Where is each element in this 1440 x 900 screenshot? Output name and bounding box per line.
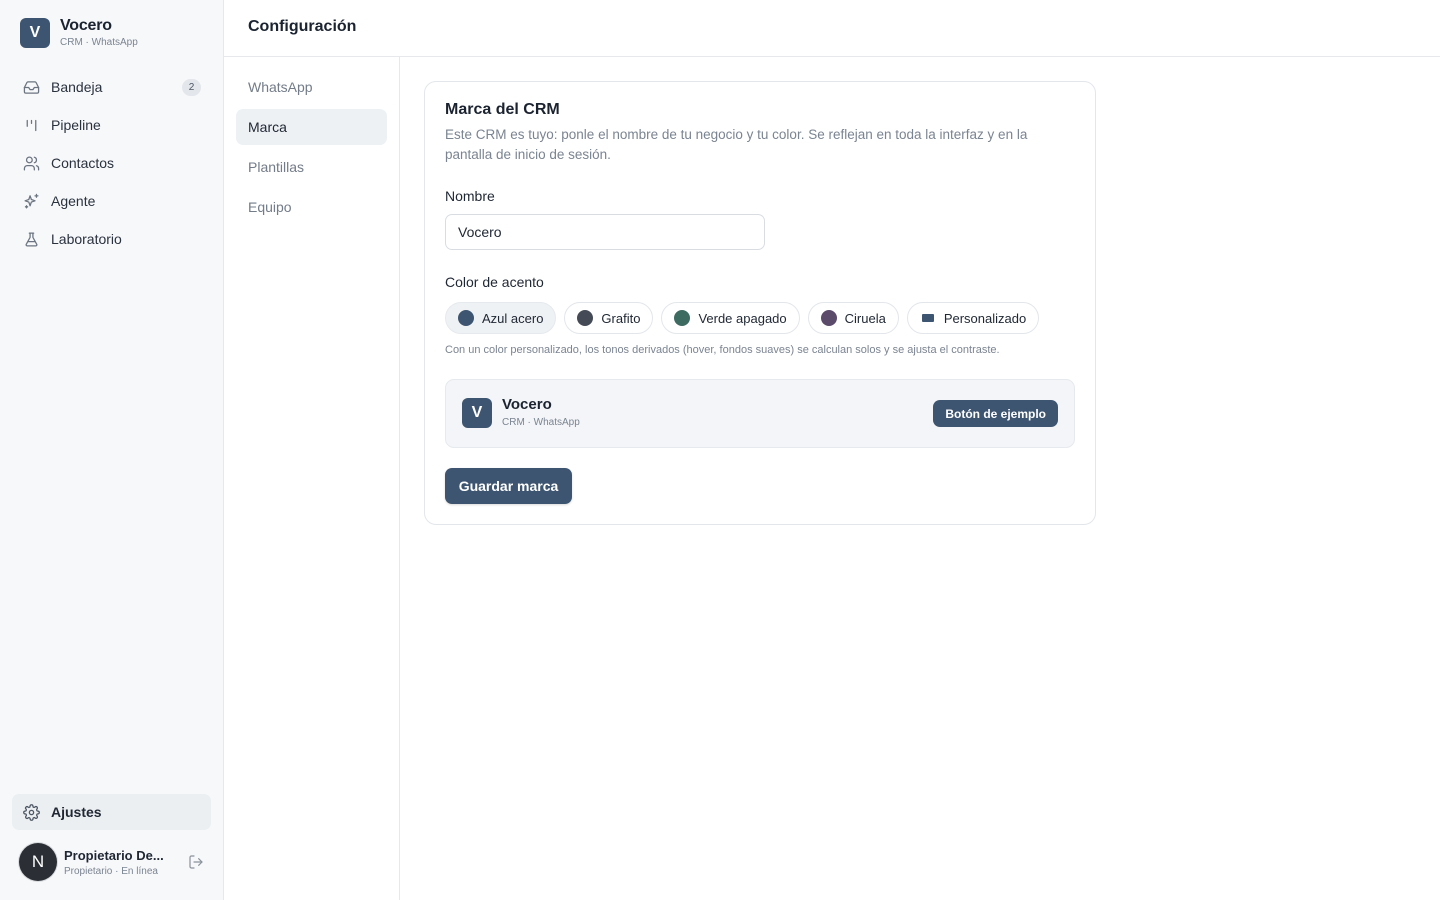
swatch-label: Azul acero [482, 310, 544, 326]
sparkles-icon [22, 192, 40, 210]
custom-color-picker-icon [921, 314, 934, 322]
nav-label: Laboratorio [51, 231, 122, 247]
accent-color-label: Color de acento [445, 274, 544, 290]
nav-item-contactos[interactable]: Contactos [12, 144, 211, 182]
color-dot [577, 310, 594, 326]
nav-label: Agente [51, 193, 96, 209]
swatch-personalizado[interactable]: Personalizado [906, 302, 1040, 334]
user-name: Propietario De... [64, 847, 164, 863]
nav-label: Pipeline [51, 117, 101, 133]
main-nav: Bandeja 2 Pipeline Contactos Agente Labo… [12, 68, 211, 258]
brand-subtitle: CRM · WhatsApp [60, 37, 138, 48]
brand-preview: V Vocero CRM · WhatsApp Botón de ejemplo [445, 379, 1075, 448]
color-dot [674, 310, 691, 326]
logout-icon[interactable] [187, 853, 205, 871]
unread-badge: 2 [182, 78, 201, 96]
user-profile[interactable]: N Propietario De... Propietario · En lín… [19, 843, 205, 881]
preview-subtitle: CRM · WhatsApp [502, 417, 580, 428]
color-dot [820, 310, 837, 326]
preview-name: Vocero [502, 396, 552, 413]
name-label: Nombre [445, 188, 495, 204]
name-input[interactable] [445, 214, 765, 250]
user-role: Propietario · En línea [64, 865, 158, 877]
accent-color-options: Azul acero Grafito Verde apagado Ciruela… [445, 302, 1047, 334]
page-header: Configuración [224, 0, 1440, 57]
nav-item-ajustes[interactable]: Ajustes [12, 794, 211, 830]
subnav-item-equipo[interactable]: Equipo [236, 189, 387, 225]
card-title: Marca del CRM [445, 101, 560, 118]
swatch-grafito[interactable]: Grafito [564, 302, 654, 334]
subnav-item-plantillas[interactable]: Plantillas [236, 149, 387, 185]
pipeline-icon [22, 116, 40, 134]
nav-item-pipeline[interactable]: Pipeline [12, 106, 211, 144]
gear-icon [22, 803, 40, 821]
nav-item-bandeja[interactable]: Bandeja 2 [12, 68, 211, 106]
sample-button[interactable]: Botón de ejemplo [933, 400, 1058, 427]
subnav-item-whatsapp[interactable]: WhatsApp [236, 69, 387, 105]
subnav-item-marca[interactable]: Marca [236, 109, 387, 145]
inbox-icon [22, 78, 40, 96]
nav-item-agente[interactable]: Agente [12, 182, 211, 220]
swatch-label: Ciruela [844, 310, 886, 326]
color-dot [458, 310, 474, 326]
nav-label: Bandeja [51, 79, 103, 95]
nav-label: Ajustes [51, 804, 102, 820]
flask-icon [22, 230, 40, 248]
brand-logo: V [20, 17, 50, 48]
settings-subnav: WhatsApp Marca Plantillas Equipo [224, 57, 400, 900]
contacts-icon [22, 154, 40, 172]
swatch-azul-acero[interactable]: Azul acero [445, 302, 557, 334]
swatch-verde-apagado[interactable]: Verde apagado [661, 302, 800, 334]
brand-settings-card: Marca del CRM Este CRM es tuyo: ponle el… [424, 81, 1096, 525]
nav-label: Contactos [51, 155, 115, 171]
page-title: Configuración [248, 18, 357, 35]
custom-color-hint: Con un color personalizado, los tonos de… [445, 344, 1000, 356]
nav-item-laboratorio[interactable]: Laboratorio [12, 220, 211, 258]
swatch-ciruela[interactable]: Ciruela [807, 302, 899, 334]
avatar: N [19, 843, 57, 881]
preview-logo: V [462, 398, 492, 428]
swatch-label: Verde apagado [698, 310, 787, 326]
brand: V Vocero CRM · WhatsApp [20, 17, 138, 48]
save-brand-button[interactable]: Guardar marca [445, 468, 572, 504]
brand-name: Vocero [60, 17, 112, 34]
swatch-label: Personalizado [943, 310, 1027, 326]
swatch-label: Grafito [601, 310, 641, 326]
card-description: Este CRM es tuyo: ponle el nombre de tu … [445, 127, 1028, 162]
sidebar: V Vocero CRM · WhatsApp Bandeja 2 Pipeli… [0, 0, 224, 900]
